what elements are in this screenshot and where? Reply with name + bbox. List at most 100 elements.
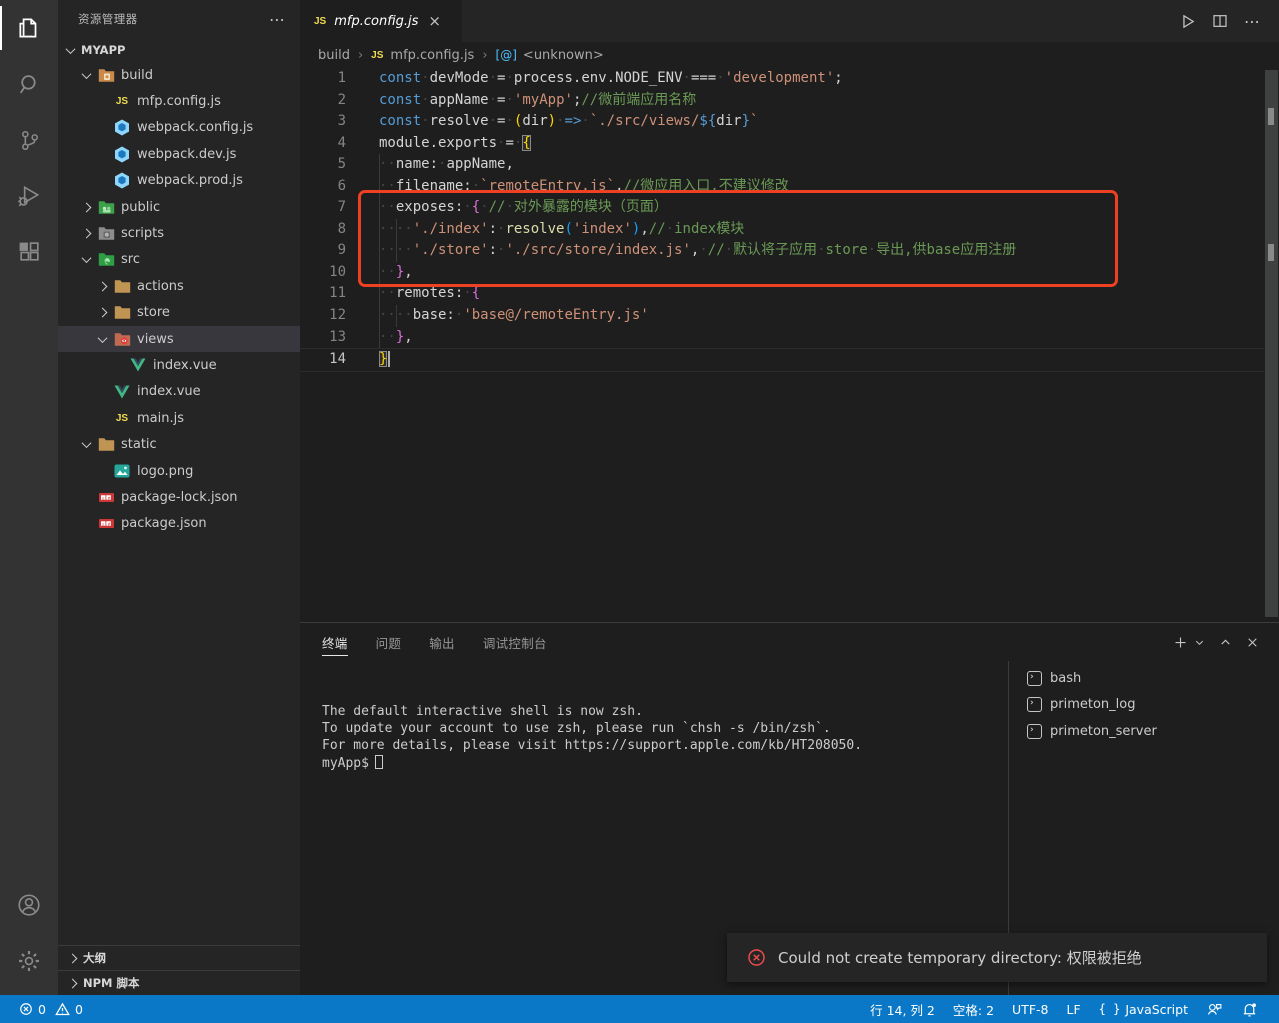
terminal-instance-bash[interactable]: ›bash: [1009, 665, 1279, 692]
eol-status[interactable]: LF: [1057, 995, 1089, 1023]
tree-item-label: src: [121, 252, 140, 267]
tree-item-package.json[interactable]: package.json: [58, 511, 300, 537]
tab-output[interactable]: 输出: [429, 623, 455, 661]
code-editor[interactable]: 1const·devMode·=·process.env.NODE_ENV·==…: [300, 68, 1264, 622]
feedback-button[interactable]: [1197, 995, 1232, 1023]
code-line-3[interactable]: 3const·resolve·=·(dir)·=>·`./src/views/$…: [300, 111, 1264, 133]
tree-item-static[interactable]: static: [58, 431, 300, 457]
terminal-instance-primeton_log[interactable]: ›primeton_log: [1009, 692, 1279, 719]
close-tab-icon[interactable]: ×: [428, 12, 441, 30]
tab-terminal[interactable]: 终端: [322, 623, 348, 661]
tab-mfp-config-js[interactable]: JS mfp.config.js ×: [300, 0, 462, 42]
language-mode-status[interactable]: { } JavaScript: [1090, 995, 1197, 1023]
code-line-7[interactable]: 7 ··exposes:·{·//·对外暴露的模块（页面）: [300, 197, 1264, 219]
code-line-10[interactable]: 10··},: [300, 262, 1264, 284]
tree-item-store[interactable]: store: [58, 300, 300, 326]
tree-item-webpack.dev.js[interactable]: webpack.dev.js: [58, 141, 300, 167]
run-file-button[interactable]: [1179, 13, 1196, 30]
chevron-down-icon[interactable]: [1194, 637, 1205, 648]
indent-guide: [379, 283, 380, 305]
scrollbar-slider[interactable]: [1265, 70, 1278, 617]
outline-section[interactable]: 大纲: [58, 945, 300, 970]
tree-item-logo.png[interactable]: logo.png: [58, 458, 300, 484]
breadcrumb-file[interactable]: mfp.config.js: [390, 48, 474, 63]
code-line-4[interactable]: 4module.exports·=·{: [300, 133, 1264, 155]
explorer-activity-button[interactable]: [0, 0, 58, 56]
run-debug-activity-button[interactable]: [0, 168, 58, 224]
code-line-11[interactable]: 11··remotes:·{: [300, 283, 1264, 305]
tree-item-webpack.config.js[interactable]: webpack.config.js: [58, 115, 300, 141]
tab-debug-console[interactable]: 调试控制台: [483, 623, 547, 661]
project-root-header[interactable]: MYAPP: [58, 38, 300, 62]
code-token: =>: [565, 113, 582, 129]
tree-item-src[interactable]: src: [58, 247, 300, 273]
tree-item-actions[interactable]: actions: [58, 273, 300, 299]
line-number[interactable]: 8: [300, 219, 346, 241]
cursor-position-status[interactable]: 行 14, 列 2: [861, 995, 944, 1023]
npm-scripts-section[interactable]: NPM 脚本: [58, 970, 300, 995]
editor-scrollbar[interactable]: [1264, 68, 1279, 622]
line-number[interactable]: 9: [300, 240, 346, 262]
js-file-icon: JS: [371, 50, 383, 61]
maximize-panel-icon[interactable]: [1219, 636, 1232, 649]
more-actions-icon[interactable]: ⋯: [1244, 12, 1261, 31]
code-line-14[interactable]: 14}: [300, 348, 1264, 372]
notification-toast[interactable]: Could not create temporary directory: 权限…: [727, 933, 1267, 982]
line-number[interactable]: 4: [300, 133, 346, 155]
code-token: ··: [379, 264, 396, 280]
chevron-right-icon: [82, 229, 92, 239]
account-button[interactable]: [0, 877, 58, 933]
code-line-9[interactable]: 9····'./store':·'./src/store/index.js',·…: [300, 240, 1264, 262]
tree-item-mfp.config.js[interactable]: JSmfp.config.js: [58, 88, 300, 114]
breadcrumb-folder[interactable]: build: [318, 48, 350, 63]
tree-item-views[interactable]: views: [58, 326, 300, 352]
tab-problems[interactable]: 问题: [376, 623, 402, 661]
line-content: ··exposes:·{·//·对外暴露的模块（页面）: [379, 197, 668, 219]
terminal-instance-primeton_server[interactable]: ›primeton_server: [1009, 718, 1279, 745]
breadcrumb-symbol[interactable]: <unknown>: [523, 48, 604, 63]
problems-status[interactable]: 0 0: [10, 995, 92, 1023]
tree-item-public[interactable]: public: [58, 194, 300, 220]
line-number[interactable]: 3: [300, 111, 346, 133]
line-number[interactable]: 2: [300, 90, 346, 112]
indentation-status[interactable]: 空格: 2: [944, 995, 1003, 1023]
code-line-12[interactable]: 12····base:·'base@/remoteEntry.js': [300, 305, 1264, 327]
more-actions-icon[interactable]: ⋯: [269, 10, 286, 29]
tree-item-index.vue[interactable]: index.vue: [58, 379, 300, 405]
line-number[interactable]: 7: [300, 197, 346, 219]
tree-item-package-lock.json[interactable]: package-lock.json: [58, 484, 300, 510]
search-activity-button[interactable]: [0, 56, 58, 112]
code-token: ·: [489, 92, 497, 108]
source-control-activity-button[interactable]: [0, 112, 58, 168]
code-line-5[interactable]: 5··name:·appName,: [300, 154, 1264, 176]
tree-item-webpack.prod.js[interactable]: webpack.prod.js: [58, 168, 300, 194]
code-line-13[interactable]: 13··},: [300, 327, 1264, 349]
code-line-2[interactable]: 2const·appName·=·'myApp';//微前端应用名称: [300, 90, 1264, 112]
line-number[interactable]: 12: [300, 305, 346, 327]
terminal-cursor: [375, 755, 383, 769]
code-line-8[interactable]: 8 ····'./index':·resolve('index'),//·inde…: [300, 219, 1264, 241]
code-line-6[interactable]: 6··filename:·`remoteEntry.js`,//微应用入口,不建…: [300, 176, 1264, 198]
close-panel-icon[interactable]: [1246, 636, 1259, 649]
settings-button[interactable]: [0, 933, 58, 989]
extensions-activity-button[interactable]: [0, 224, 58, 280]
code-line-1[interactable]: 1const·devMode·=·process.env.NODE_ENV·==…: [300, 68, 1264, 90]
split-editor-button[interactable]: [1212, 13, 1228, 29]
line-number[interactable]: 1: [300, 68, 346, 90]
line-number[interactable]: 10: [300, 262, 346, 284]
tree-item-main.js[interactable]: JSmain.js: [58, 405, 300, 431]
line-content: ····'./index':·resolve('index'),//·index…: [379, 219, 744, 241]
encoding-status[interactable]: UTF-8: [1003, 995, 1057, 1023]
tree-item-index.vue[interactable]: index.vue: [58, 352, 300, 378]
line-number[interactable]: 13: [300, 327, 346, 349]
terminal-output[interactable]: The default interactive shell is now zsh…: [322, 703, 989, 772]
new-terminal-button[interactable]: [1173, 635, 1188, 650]
line-number[interactable]: 14: [300, 349, 346, 371]
line-number[interactable]: 5: [300, 154, 346, 176]
tree-item-build[interactable]: build: [58, 62, 300, 88]
notifications-bell-button[interactable]: [1232, 995, 1267, 1023]
line-number[interactable]: 6: [300, 176, 346, 198]
tree-item-scripts[interactable]: scripts: [58, 220, 300, 246]
code-token: store: [826, 242, 868, 258]
line-number[interactable]: 11: [300, 283, 346, 305]
